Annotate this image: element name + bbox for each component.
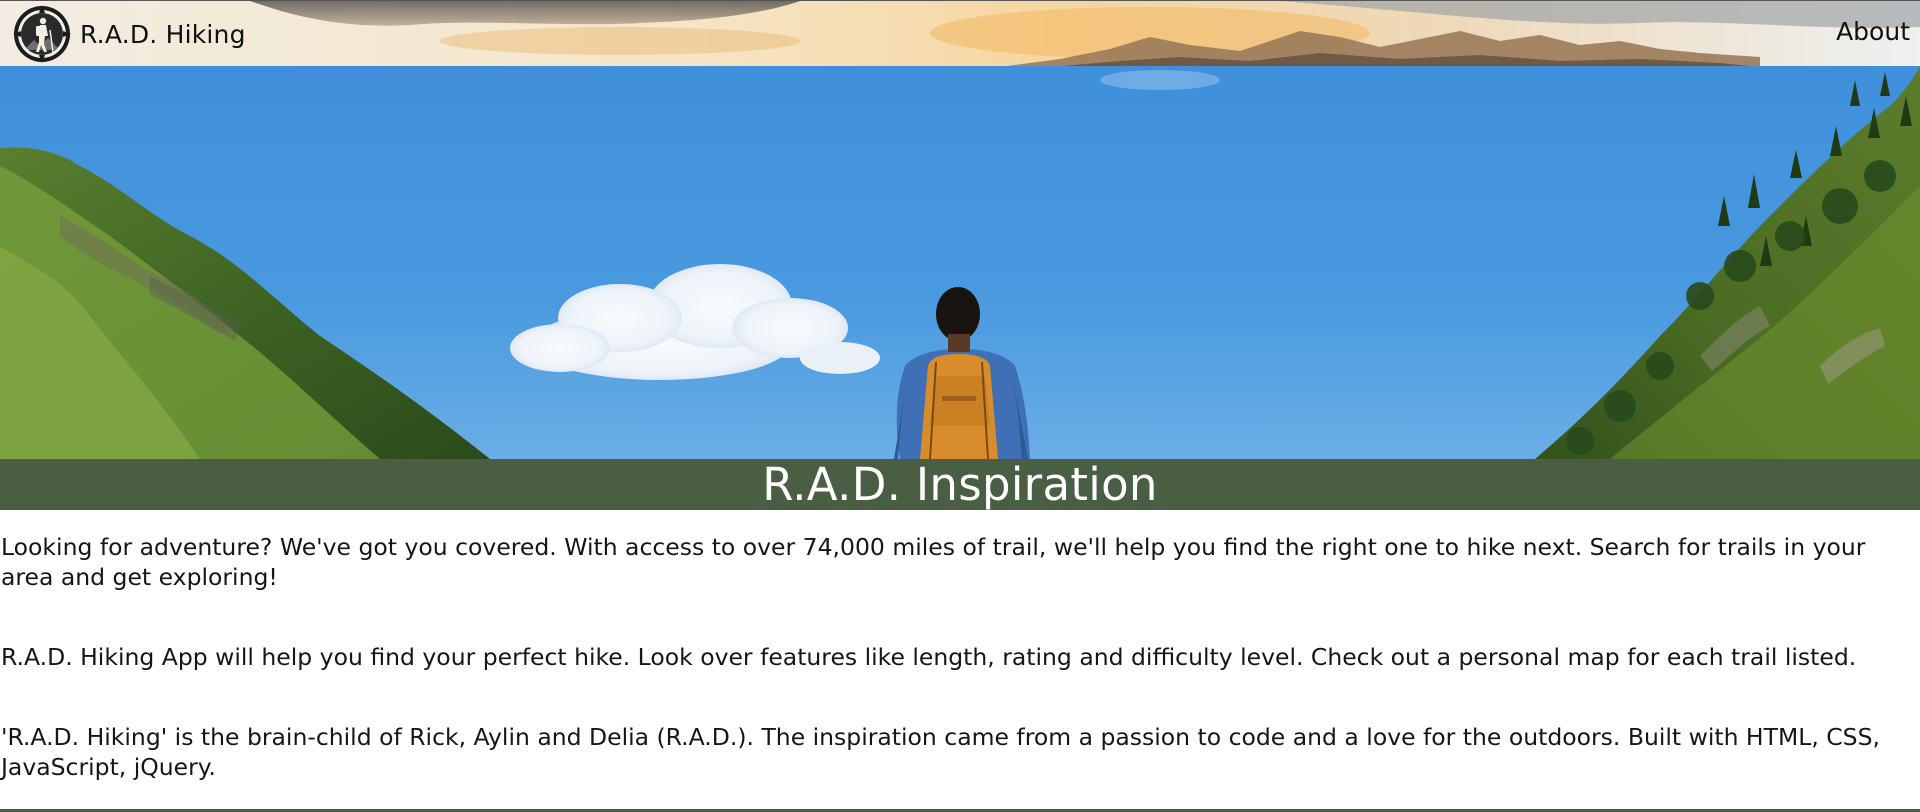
navbar: R.A.D. Hiking About — [0, 0, 1920, 66]
section-title: R.A.D. Inspiration — [762, 458, 1158, 511]
about-link[interactable]: About — [1836, 17, 1910, 46]
features-paragraph: R.A.D. Hiking App will help you find you… — [1, 643, 1857, 671]
compass-hiker-logo-icon — [13, 5, 71, 63]
intro-paragraph: Looking for adventure? We've got you cov… — [1, 533, 1866, 591]
brand[interactable]: R.A.D. Hiking — [12, 4, 246, 64]
section-banner: R.A.D. Inspiration — [0, 458, 1920, 511]
brand-name: R.A.D. Hiking — [80, 19, 246, 49]
hero-image — [0, 66, 1920, 459]
about-paragraph: 'R.A.D. Hiking' is the brain-child of Ri… — [1, 723, 1880, 781]
navbar-background-image — [0, 1, 1920, 66]
